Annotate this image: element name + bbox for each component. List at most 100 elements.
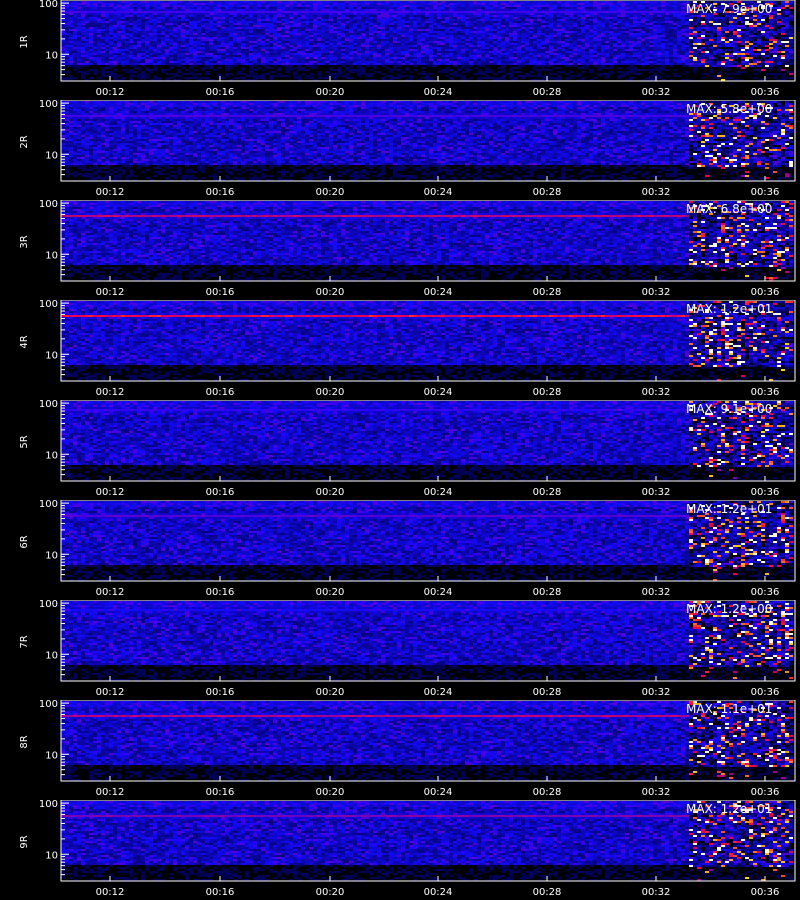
y-tick-label: 10 bbox=[45, 350, 58, 361]
spectrogram-stack: 10 100 00:12 00:16 00:20 00:24 00:28 00:32 00:36… bbox=[0, 0, 800, 900]
detector-label: 5R bbox=[19, 430, 33, 454]
y-tick-label: 100 bbox=[39, 500, 58, 510]
spectrogram-svg: 10 100 00:12 00:16 00:20 00:24 00:28 00:32 00:36… bbox=[39, 800, 796, 898]
x-tick-label: 00:20 bbox=[316, 787, 345, 798]
x-tick-label: 00:12 bbox=[96, 387, 125, 398]
heatmap-cells bbox=[61, 301, 793, 381]
detector-label: 9R bbox=[19, 830, 33, 854]
x-tick-label: 00:36 bbox=[751, 287, 780, 298]
x-tick-label: 00:16 bbox=[206, 387, 235, 398]
y-tick-label: 10 bbox=[45, 50, 58, 61]
heatmap-cells bbox=[61, 1, 793, 81]
x-tick-label: 00:36 bbox=[751, 487, 780, 498]
x-tick-label: 00:32 bbox=[642, 487, 671, 498]
spectrogram-svg: 10 100 00:12 00:16 00:20 00:24 00:28 00:32 00:36… bbox=[39, 400, 796, 498]
heatmap-cells bbox=[61, 101, 793, 181]
detector-label: 2R bbox=[19, 130, 33, 154]
y-tick-label: 100 bbox=[39, 300, 58, 310]
y-tick-label: 10 bbox=[45, 650, 58, 661]
x-tick-label: 00:28 bbox=[533, 587, 562, 598]
max-label: MAX: 7.9e+00 bbox=[686, 2, 772, 16]
y-tick-label: 100 bbox=[39, 200, 58, 210]
y-tick-label: 100 bbox=[39, 800, 58, 810]
x-tick-label: 00:24 bbox=[424, 387, 453, 398]
detector-label: 8R bbox=[19, 730, 33, 754]
x-tick-label: 00:36 bbox=[751, 687, 780, 698]
x-tick-label: 00:12 bbox=[96, 787, 125, 798]
spectrogram-svg: 10 100 00:12 00:16 00:20 00:24 00:28 00:32 00:36… bbox=[39, 700, 796, 798]
heatmap-cells bbox=[61, 201, 793, 281]
spectrogram-panel-9r: 10 100 00:12 00:16 00:20 00:24 00:28 00:32 00:36… bbox=[0, 800, 800, 900]
max-label: MAX: 6.8e+00 bbox=[686, 202, 772, 216]
x-tick-label: 00:12 bbox=[96, 87, 125, 98]
y-tick-label: 100 bbox=[39, 400, 58, 410]
x-tick-label: 00:32 bbox=[642, 687, 671, 698]
max-label: MAX: 1.1e+01 bbox=[686, 702, 772, 716]
x-tick-label: 00:36 bbox=[751, 187, 780, 198]
max-label: MAX: 5.8e+00 bbox=[686, 102, 772, 116]
x-tick-label: 00:28 bbox=[533, 187, 562, 198]
spectrogram-panel-7r: 10 100 00:12 00:16 00:20 00:24 00:28 00:32 00:36… bbox=[0, 600, 800, 700]
x-tick-label: 00:36 bbox=[751, 387, 780, 398]
x-tick-label: 00:20 bbox=[316, 287, 345, 298]
heatmap-cells bbox=[61, 801, 793, 881]
x-tick-label: 00:20 bbox=[316, 187, 345, 198]
detector-label: 4R bbox=[19, 330, 33, 354]
x-tick-label: 00:36 bbox=[751, 587, 780, 598]
x-tick-label: 00:16 bbox=[206, 287, 235, 298]
x-tick-label: 00:20 bbox=[316, 387, 345, 398]
x-tick-label: 00:28 bbox=[533, 887, 562, 898]
x-tick-label: 00:28 bbox=[533, 387, 562, 398]
spectrogram-panel-6r: 10 100 00:12 00:16 00:20 00:24 00:28 00:32 00:36… bbox=[0, 500, 800, 600]
detector-label: 6R bbox=[19, 530, 33, 554]
x-tick-label: 00:36 bbox=[751, 787, 780, 798]
x-tick-label: 00:12 bbox=[96, 687, 125, 698]
x-tick-label: 00:12 bbox=[96, 587, 125, 598]
x-tick-label: 00:32 bbox=[642, 787, 671, 798]
x-tick-label: 00:36 bbox=[751, 87, 780, 98]
x-tick-label: 00:20 bbox=[316, 87, 345, 98]
y-tick-label: 100 bbox=[39, 600, 58, 610]
x-tick-label: 00:28 bbox=[533, 487, 562, 498]
max-label: MAX: 1.2e+01 bbox=[686, 802, 772, 816]
x-tick-label: 00:20 bbox=[316, 487, 345, 498]
y-tick-label: 10 bbox=[45, 750, 58, 761]
x-tick-label: 00:16 bbox=[206, 887, 235, 898]
x-tick-label: 00:24 bbox=[424, 287, 453, 298]
x-tick-label: 00:16 bbox=[206, 687, 235, 698]
spectrogram-panel-8r: 10 100 00:12 00:16 00:20 00:24 00:28 00:32 00:36… bbox=[0, 700, 800, 800]
x-tick-label: 00:12 bbox=[96, 187, 125, 198]
x-tick-label: 00:24 bbox=[424, 87, 453, 98]
y-tick-label: 100 bbox=[39, 0, 58, 10]
spectrogram-panel-5r: 10 100 00:12 00:16 00:20 00:24 00:28 00:32 00:36… bbox=[0, 400, 800, 500]
x-tick-label: 00:12 bbox=[96, 487, 125, 498]
spectrogram-svg: 10 100 00:12 00:16 00:20 00:24 00:28 00:32 00:36… bbox=[39, 100, 796, 198]
y-tick-label: 10 bbox=[45, 150, 58, 161]
heatmap-cells bbox=[61, 701, 793, 781]
x-tick-label: 00:28 bbox=[533, 787, 562, 798]
max-label: MAX: 1.2e+01 bbox=[686, 302, 772, 316]
x-tick-label: 00:32 bbox=[642, 387, 671, 398]
spectrogram-panel-1r: 10 100 00:12 00:16 00:20 00:24 00:28 00:32 00:36… bbox=[0, 0, 800, 100]
y-tick-label: 10 bbox=[45, 550, 58, 561]
heatmap-cells bbox=[61, 401, 793, 481]
spectrogram-svg: 10 100 00:12 00:16 00:20 00:24 00:28 00:32 00:36… bbox=[39, 300, 796, 398]
x-tick-label: 00:20 bbox=[316, 587, 345, 598]
y-tick-label: 100 bbox=[39, 700, 58, 710]
x-tick-label: 00:24 bbox=[424, 487, 453, 498]
x-tick-label: 00:16 bbox=[206, 587, 235, 598]
y-tick-label: 10 bbox=[45, 250, 58, 261]
spectrogram-panel-3r: 10 100 00:12 00:16 00:20 00:24 00:28 00:32 00:36… bbox=[0, 200, 800, 300]
spectrogram-panel-2r: 10 100 00:12 00:16 00:20 00:24 00:28 00:32 00:36… bbox=[0, 100, 800, 200]
x-tick-label: 00:28 bbox=[533, 687, 562, 698]
detector-label: 1R bbox=[19, 30, 33, 54]
x-tick-label: 00:32 bbox=[642, 287, 671, 298]
x-tick-label: 00:28 bbox=[533, 87, 562, 98]
x-tick-label: 00:20 bbox=[316, 687, 345, 698]
x-tick-label: 00:32 bbox=[642, 587, 671, 598]
x-tick-label: 00:36 bbox=[751, 887, 780, 898]
x-tick-label: 00:32 bbox=[642, 887, 671, 898]
spectrogram-svg: 10 100 00:12 00:16 00:20 00:24 00:28 00:32 00:36… bbox=[39, 500, 796, 598]
y-tick-label: 10 bbox=[45, 850, 58, 861]
spectrogram-svg: 10 100 00:12 00:16 00:20 00:24 00:28 00:32 00:36… bbox=[39, 600, 796, 698]
